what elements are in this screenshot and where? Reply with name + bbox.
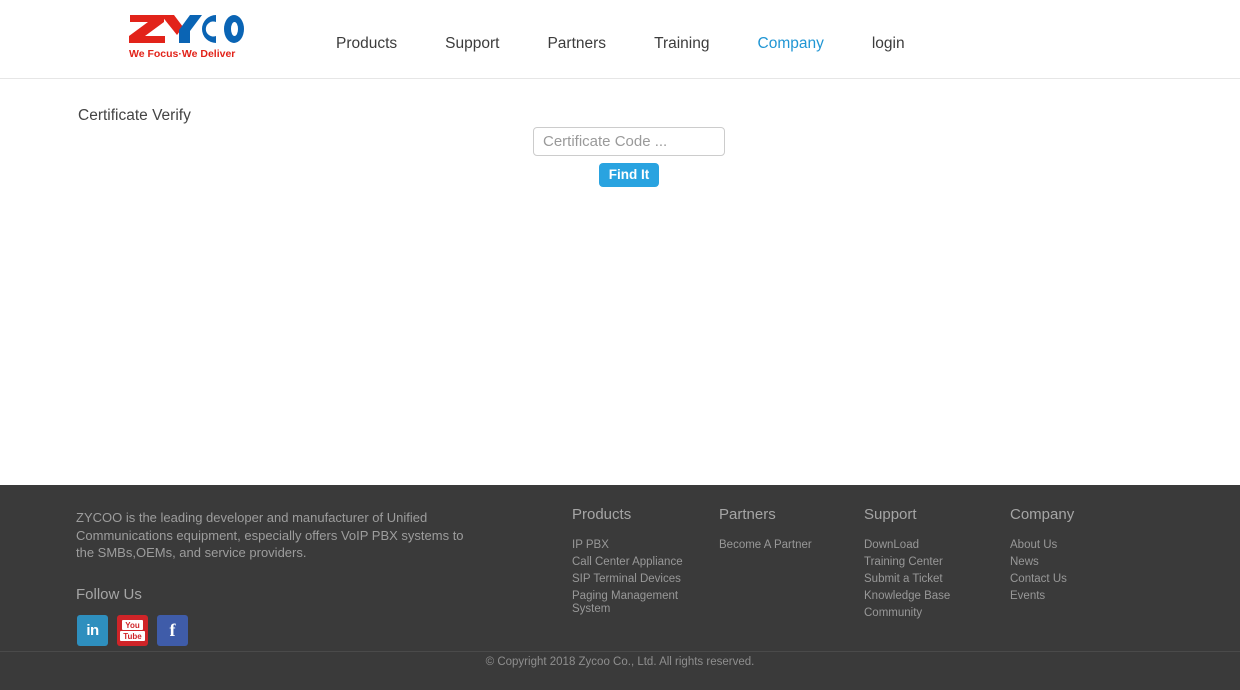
footer-column-title-partners: Partners: [719, 506, 776, 523]
footer-link-call-center-appliance[interactable]: Call Center Appliance: [572, 556, 702, 569]
footer-links-support: DownLoad Training Center Submit a Ticket…: [864, 539, 994, 620]
nav-item-login[interactable]: login: [872, 33, 905, 55]
list-item: Contact Us: [1010, 573, 1140, 586]
main-content: Certificate Verify Find It: [0, 80, 1240, 485]
footer-link-training-center[interactable]: Training Center: [864, 556, 994, 569]
nav-item-company[interactable]: Company: [758, 33, 824, 55]
footer-link-about-us[interactable]: About Us: [1010, 539, 1140, 552]
linkedin-icon[interactable]: in: [77, 615, 108, 646]
nav-item-support[interactable]: Support: [445, 33, 499, 55]
footer-link-community[interactable]: Community: [864, 607, 994, 620]
list-item: Become A Partner: [719, 539, 849, 552]
site-footer: ZYCOO is the leading developer and manuf…: [0, 485, 1240, 651]
youtube-glyph-stack: You Tube: [120, 620, 145, 641]
youtube-glyph-bottom: Tube: [120, 631, 145, 641]
footer-link-submit-a-ticket[interactable]: Submit a Ticket: [864, 573, 994, 586]
footer-about: ZYCOO is the leading developer and manuf…: [76, 509, 468, 562]
footer-link-contact-us[interactable]: Contact Us: [1010, 573, 1140, 586]
site-header: We Focus·We Deliver Products Support Par…: [0, 0, 1240, 79]
zycoo-logo-tagline: We Focus·We Deliver: [129, 48, 235, 59]
nav-item-partners[interactable]: Partners: [547, 33, 606, 55]
certificate-verify-form: Find It: [533, 127, 725, 187]
list-item: IP PBX: [572, 539, 702, 552]
list-item: Training Center: [864, 556, 994, 569]
footer-column-support: Support DownLoad Training Center Submit …: [864, 505, 994, 624]
footer-link-news[interactable]: News: [1010, 556, 1140, 569]
linkedin-glyph: in: [86, 622, 99, 639]
footer-about-text: ZYCOO is the leading developer and manuf…: [76, 510, 464, 560]
footer-links-products: IP PBX Call Center Appliance SIP Termina…: [572, 539, 702, 616]
footer-column-title-company: Company: [1010, 506, 1075, 523]
zycoo-logo[interactable]: We Focus·We Deliver: [128, 13, 248, 65]
list-item: About Us: [1010, 539, 1140, 552]
page-title: Certificate Verify: [78, 107, 191, 124]
footer-links-company: About Us News Contact Us Events: [1010, 539, 1140, 603]
footer-link-sip-terminal-devices[interactable]: SIP Terminal Devices: [572, 573, 702, 586]
footer-link-ip-pbx[interactable]: IP PBX: [572, 539, 702, 552]
list-item: DownLoad: [864, 539, 994, 552]
zycoo-logo-mark: [129, 15, 244, 43]
youtube-icon[interactable]: You Tube: [117, 615, 148, 646]
footer-column-title-products: Products: [572, 506, 632, 523]
list-item: News: [1010, 556, 1140, 569]
list-item: Paging Management System: [572, 590, 702, 616]
main-navigation: Products Support Partners Training Compa…: [336, 33, 905, 55]
footer-link-knowledge-base[interactable]: Knowledge Base: [864, 590, 994, 603]
footer-column-company: Company About Us News Contact Us Events: [1010, 505, 1140, 607]
footer-column-title-support: Support: [864, 506, 917, 523]
footer-link-become-a-partner[interactable]: Become A Partner: [719, 539, 849, 552]
list-item: SIP Terminal Devices: [572, 573, 702, 586]
footer-column-products: Products IP PBX Call Center Appliance SI…: [572, 505, 702, 620]
footer-column-partners: Partners Become A Partner: [719, 505, 849, 556]
list-item: Submit a Ticket: [864, 573, 994, 586]
footer-link-paging-management-system[interactable]: Paging Management System: [572, 590, 702, 616]
find-it-button[interactable]: Find It: [598, 163, 660, 187]
logo-tagline-text: We Focus·We Deliver: [129, 48, 235, 59]
youtube-glyph-top: You: [122, 620, 143, 630]
nav-item-products[interactable]: Products: [336, 33, 397, 55]
copyright-text: © Copyright 2018 Zycoo Co., Ltd. All rig…: [485, 656, 755, 668]
facebook-icon[interactable]: f: [157, 615, 188, 646]
social-links: in You Tube f: [77, 615, 188, 646]
certificate-code-input[interactable]: [533, 127, 725, 156]
follow-us-title: Follow Us: [76, 586, 142, 603]
nav-item-training[interactable]: Training: [654, 33, 709, 55]
facebook-glyph: f: [169, 620, 176, 640]
footer-link-events[interactable]: Events: [1010, 590, 1140, 603]
list-item: Community: [864, 607, 994, 620]
copyright-bar: © Copyright 2018 Zycoo Co., Ltd. All rig…: [0, 651, 1240, 690]
list-item: Call Center Appliance: [572, 556, 702, 569]
find-button-row: Find It: [533, 163, 725, 187]
list-item: Events: [1010, 590, 1140, 603]
footer-link-download[interactable]: DownLoad: [864, 539, 994, 552]
footer-links-partners: Become A Partner: [719, 539, 849, 552]
list-item: Knowledge Base: [864, 590, 994, 603]
